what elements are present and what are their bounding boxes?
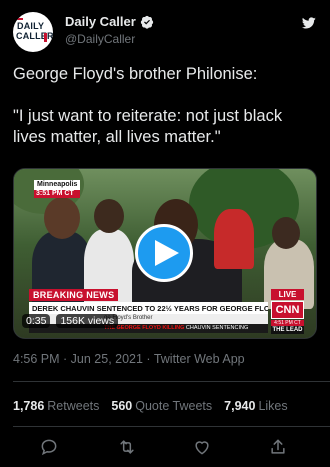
video-info: 0:35 156K views [22,314,119,328]
play-button[interactable] [135,224,193,282]
tweet-stats: 1,786 Retweets 560 Quote Tweets 7,940 Likes [13,399,288,413]
play-icon [154,240,179,266]
ticker-text: CHAUVIN SENTENCING [185,325,249,331]
network-time: 4:51 PM CT [271,320,304,326]
video-scene-head [94,199,124,233]
location-tag: Minneapolis 3:51 PM CT [34,180,81,198]
video-scene-head [44,197,80,239]
reply-icon[interactable] [39,437,59,457]
video-scene-head [272,217,300,249]
quote-tweets-label: Quote Tweets [135,399,213,413]
video-player[interactable]: Minneapolis 3:51 PM CT BREAKING NEWS DER… [13,168,317,339]
heart-icon[interactable] [192,437,212,457]
logo-accent-bottom [44,33,47,42]
tweet-timestamp[interactable]: 4:56 PM · Jun 25, 2021 · Twitter Web App [13,352,245,366]
video-scene-person [214,209,254,269]
network-bug: LIVE CNN 4:51 PM CT THE LEAD [271,289,304,334]
divider [13,426,330,427]
live-label: LIVE [271,289,304,300]
quote-tweets-count: 560 [111,399,133,413]
video-duration: 0:35 [22,314,51,328]
tweet-text-line2: "I just want to reiterate: not just blac… [13,107,283,146]
likes-label: Likes [258,399,288,413]
verified-badge-icon [140,15,153,29]
retweets-stat[interactable]: 1,786 Retweets [13,399,99,413]
likes-count: 7,940 [224,399,256,413]
avatar-logo-line2: CALLER [16,31,53,41]
likes-stat[interactable]: 7,940 Likes [224,399,287,413]
tweet-header: DAILY CALLER Daily Caller @DailyCaller [13,10,320,52]
network-logo: CNN [271,301,304,319]
retweets-label: Retweets [47,399,100,413]
logo-accent-top [17,18,23,20]
tweet-text-line1: George Floyd's brother Philonise: [13,65,258,83]
twitter-bird-icon[interactable] [301,16,317,30]
divider [13,381,330,382]
show-name: THE LEAD [271,326,304,334]
retweets-count: 1,786 [13,399,45,413]
share-icon[interactable] [268,437,288,457]
location-time: 3:51 PM CT [34,190,81,198]
tweet-text: George Floyd's brother Philonise: "I jus… [13,64,318,169]
quote-tweets-stat[interactable]: 560 Quote Tweets [111,399,212,413]
avatar[interactable]: DAILY CALLER [13,12,53,52]
display-name[interactable]: Daily Caller [65,14,136,29]
avatar-logo-line1: DAILY [17,21,45,31]
retweet-icon[interactable] [117,437,137,457]
handle[interactable]: @DailyCaller [65,32,135,46]
video-views: 156K views [56,314,119,328]
display-name-row: Daily Caller [65,14,154,29]
breaking-news-label: BREAKING NEWS [29,289,119,301]
tweet-actions [0,435,330,457]
location-name: Minneapolis [37,181,78,188]
